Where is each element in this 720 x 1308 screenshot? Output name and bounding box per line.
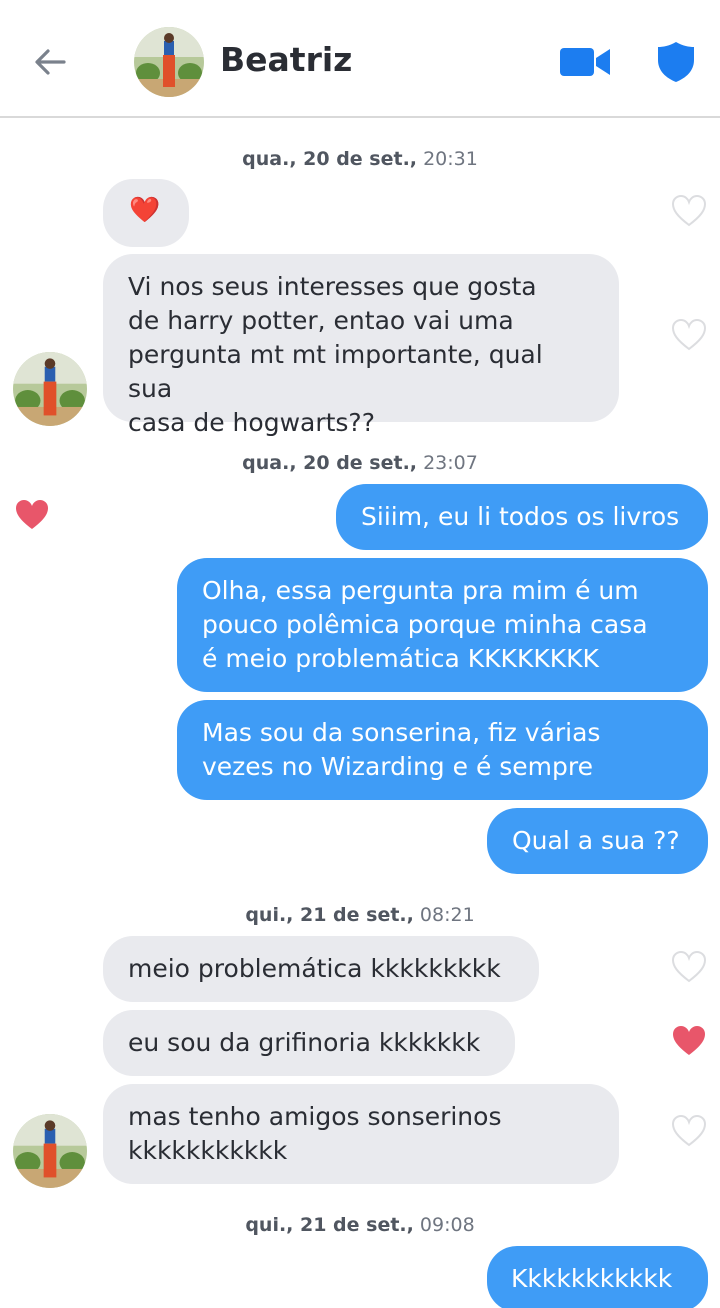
avatar-image xyxy=(13,1114,87,1188)
video-call-button[interactable] xyxy=(558,44,612,80)
timestamp: qui., 21 de set., 08:21 xyxy=(245,904,475,926)
liked-heart-icon[interactable] xyxy=(14,498,50,532)
like-heart-icon[interactable] xyxy=(671,318,707,352)
sender-avatar[interactable] xyxy=(13,1114,87,1188)
back-arrow-icon xyxy=(35,49,66,75)
incoming-message[interactable]: eu sou da grifinoria kkkkkkk xyxy=(103,1010,515,1076)
outgoing-message[interactable]: Qual a sua ?? xyxy=(487,808,708,874)
sender-avatar[interactable] xyxy=(13,352,87,426)
safety-button[interactable] xyxy=(655,40,697,84)
contact-avatar[interactable] xyxy=(134,27,204,97)
timestamp: qua., 20 de set., 20:31 xyxy=(242,148,478,170)
like-heart-icon[interactable] xyxy=(671,950,707,984)
incoming-message[interactable]: mas tenho amigos sonserinos kkkkkkkkkkk xyxy=(103,1084,619,1184)
chat-header: Beatriz xyxy=(0,0,720,118)
like-heart-icon[interactable] xyxy=(671,194,707,228)
outgoing-message[interactable]: Mas sou da sonserina, fiz várias vezes n… xyxy=(177,700,708,800)
avatar-image xyxy=(13,352,87,426)
timestamp: qua., 20 de set., 23:07 xyxy=(242,452,478,474)
liked-heart-icon[interactable] xyxy=(671,1024,707,1058)
like-heart-icon[interactable] xyxy=(671,1114,707,1148)
outgoing-message[interactable]: Siiim, eu li todos os livros xyxy=(336,484,708,550)
video-camera-icon xyxy=(560,48,610,76)
outgoing-message[interactable]: Kkkkkkkkkkk xyxy=(487,1246,708,1308)
shield-icon xyxy=(658,42,694,82)
message-list[interactable]: qua., 20 de set., 20:31 ❤️ Vi nos seus i… xyxy=(0,118,720,1308)
incoming-heart-message[interactable]: ❤️ xyxy=(103,179,189,247)
avatar-image xyxy=(134,27,204,97)
contact-name[interactable]: Beatriz xyxy=(220,40,352,79)
incoming-message[interactable]: meio problemática kkkkkkkkk xyxy=(103,936,539,1002)
incoming-message[interactable]: Vi nos seus interesses que gosta de harr… xyxy=(103,254,619,437)
timestamp: qui., 21 de set., 09:08 xyxy=(245,1214,475,1236)
outgoing-message[interactable]: Olha, essa pergunta pra mim é um pouco p… xyxy=(177,558,708,692)
back-button[interactable] xyxy=(30,42,70,82)
